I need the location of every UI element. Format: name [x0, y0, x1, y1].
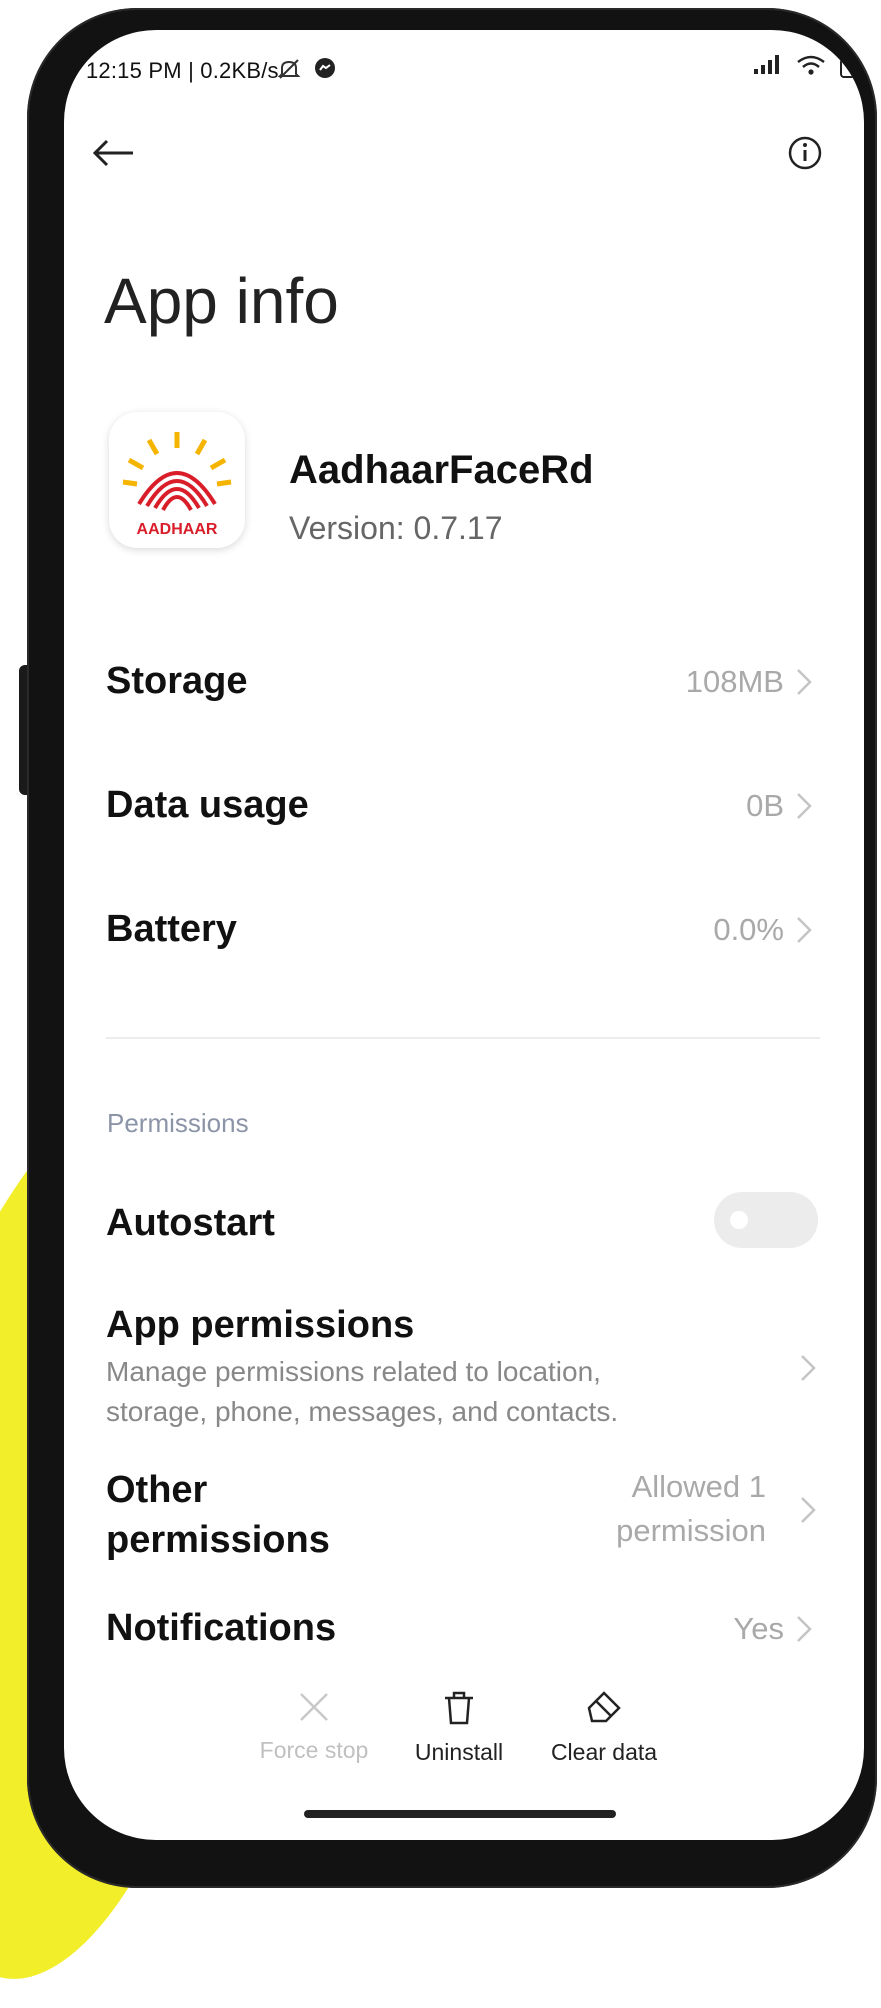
autostart-label: Autostart — [106, 1202, 275, 1244]
eraser-icon — [586, 1691, 622, 1730]
data-usage-label: Data usage — [106, 784, 309, 826]
aadhaar-logo-icon: AADHAAR — [109, 412, 245, 548]
autostart-row: Autostart — [106, 1190, 820, 1260]
storage-label: Storage — [106, 660, 248, 702]
storage-value: 108MB — [685, 664, 784, 699]
page-title: App info — [104, 265, 339, 337]
data-usage-value: 0B — [746, 788, 784, 823]
storage-row[interactable]: Storage 108MB — [106, 648, 820, 718]
status-bar: 12:15 PM | 0.2KB/s 67 — [64, 30, 864, 90]
clear-data-button[interactable]: Clear data — [534, 1690, 674, 1766]
messenger-icon — [314, 57, 336, 84]
other-permissions-value-line2: permission — [616, 1513, 766, 1548]
battery-value: 0.0% — [713, 912, 784, 947]
status-time-speed: 12:15 PM | 0.2KB/s — [86, 58, 279, 83]
app-version: Version: 0.7.17 — [289, 510, 503, 546]
chevron-right-icon — [792, 786, 816, 826]
uninstall-label: Uninstall — [414, 1739, 504, 1765]
status-icons: 67 — [752, 54, 864, 81]
signal-icon — [752, 54, 782, 81]
app-permissions-desc-line1: Manage permissions related to location, — [106, 1356, 601, 1387]
other-permissions-label-line1: Other — [106, 1469, 208, 1511]
autostart-toggle[interactable] — [714, 1192, 818, 1248]
phone-screen: 12:15 PM | 0.2KB/s 67 App info — [64, 30, 864, 1840]
force-stop-button[interactable]: Force stop — [244, 1690, 384, 1764]
notifications-label: Notifications — [106, 1607, 337, 1649]
home-indicator[interactable] — [304, 1810, 616, 1818]
chevron-right-icon — [792, 1609, 816, 1649]
app-name: AadhaarFaceRd — [289, 448, 594, 492]
permissions-section-label: Permissions — [107, 1108, 249, 1138]
bottom-action-bar: Force stop Uninstall Clear data — [64, 1690, 864, 1800]
close-icon — [297, 1693, 331, 1728]
chevron-right-icon — [796, 1490, 820, 1530]
mute-icon — [276, 56, 302, 87]
other-permissions-value: Allowed 1 permission — [616, 1465, 766, 1553]
trash-icon — [442, 1691, 476, 1730]
info-icon[interactable] — [780, 128, 830, 178]
notifications-value: Yes — [733, 1611, 784, 1646]
toggle-knob — [730, 1211, 748, 1229]
chevron-right-icon — [796, 1348, 820, 1388]
wifi-icon — [796, 54, 826, 81]
app-permissions-desc-line2: storage, phone, messages, and contacts. — [106, 1396, 619, 1427]
section-divider — [106, 1037, 820, 1039]
svg-text:AADHAAR: AADHAAR — [137, 521, 218, 538]
back-arrow-icon[interactable] — [88, 128, 138, 178]
force-stop-label: Force stop — [259, 1737, 369, 1763]
app-permissions-description: Manage permissions related to location, … — [106, 1352, 726, 1432]
chevron-right-icon — [792, 662, 816, 702]
app-header: AADHAAR AadhaarFaceRd Version: 0.7.17 — [109, 412, 809, 562]
other-permissions-value-line1: Allowed 1 — [631, 1469, 766, 1504]
chevron-right-icon — [792, 910, 816, 950]
other-permissions-label[interactable]: Other permissions — [106, 1465, 330, 1565]
app-permissions-label: App permissions — [106, 1304, 415, 1346]
battery-icon: 67 — [840, 57, 864, 78]
battery-row[interactable]: Battery 0.0% — [106, 896, 820, 966]
clear-data-label: Clear data — [550, 1739, 658, 1765]
other-permissions-label-line2: permissions — [106, 1519, 330, 1561]
notifications-row[interactable]: Notifications Yes — [106, 1595, 820, 1665]
battery-label: Battery — [106, 908, 237, 950]
uninstall-button[interactable]: Uninstall — [394, 1690, 524, 1766]
data-usage-row[interactable]: Data usage 0B — [106, 772, 820, 842]
